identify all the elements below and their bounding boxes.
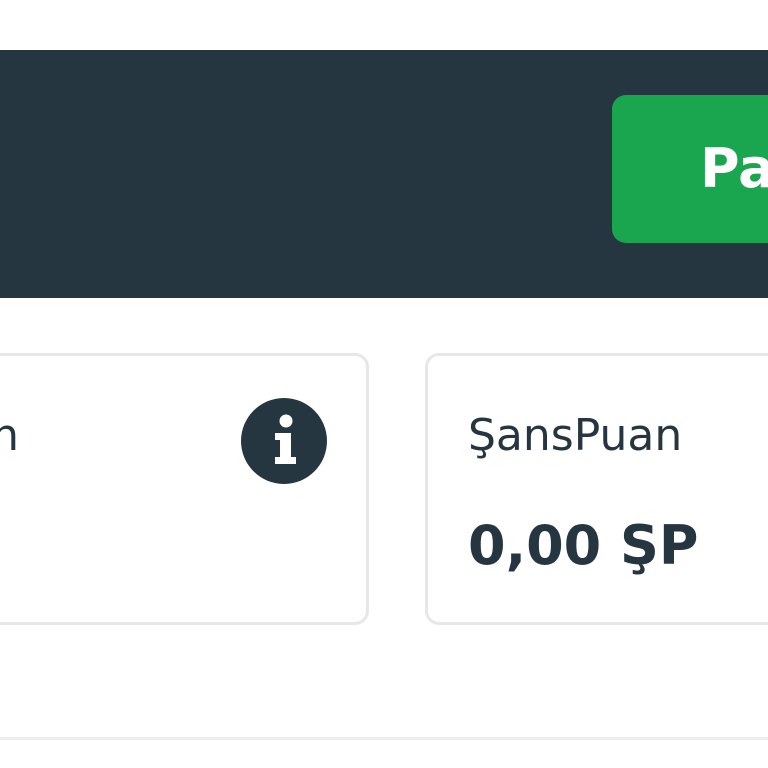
info-icon[interactable] <box>241 398 327 484</box>
section-divider <box>0 737 768 740</box>
balance-card-title: n <box>0 400 19 472</box>
sanspuan-card-title: ŞansPuan <box>468 410 683 461</box>
sanspuan-card: ŞansPuan 0,00 ŞP <box>425 353 768 625</box>
balance-card-partial: n <box>0 353 369 625</box>
primary-action-button[interactable]: Pa <box>612 95 768 243</box>
sanspuan-balance-value: 0,00 ŞP <box>468 514 699 577</box>
page: Pa n ŞansPuan 0,00 ŞP <box>0 0 768 768</box>
